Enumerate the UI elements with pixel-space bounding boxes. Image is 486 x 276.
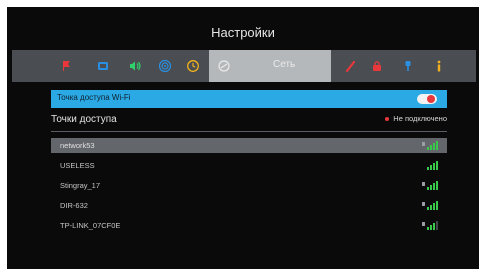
sound-icon: [130, 61, 141, 71]
connection-status: Не подключено: [385, 114, 447, 123]
network-row-useless[interactable]: USELESS: [51, 158, 447, 173]
tab-network-label: Сеть: [273, 59, 296, 70]
network-row-dir632[interactable]: DIR-632: [51, 198, 447, 213]
tv-screen: Настройки Сеть Точка доступа Wi-Fi Точки…: [7, 7, 479, 269]
network-name: Stingray_17: [60, 181, 101, 190]
wifi-hotspot-label: Точка доступа Wi-Fi: [57, 93, 131, 102]
tab-lock[interactable]: [364, 50, 390, 82]
broadcast-icon: [158, 59, 172, 73]
network-row-stingray17[interactable]: Stingray_17: [51, 178, 447, 193]
network-row-tplink[interactable]: TP-LINK_07CF0E: [51, 218, 447, 233]
wifi-signal-icon: [427, 221, 438, 230]
lock-icon: [422, 202, 425, 206]
wifi-hotspot-toggle[interactable]: [417, 94, 437, 104]
network-row-network53[interactable]: network53: [51, 138, 447, 153]
status-dot: [385, 117, 390, 122]
tab-usb[interactable]: [395, 50, 421, 82]
tab-broadcast[interactable]: [152, 50, 178, 82]
page-title: Настройки: [211, 25, 275, 40]
clock-icon: [187, 60, 199, 72]
brush-icon: [345, 60, 356, 73]
connection-status-text: Не подключено: [393, 114, 447, 123]
tab-brush[interactable]: [338, 50, 364, 82]
display-icon: [98, 62, 108, 70]
wifi-signal-icon: [427, 201, 438, 210]
tab-clock[interactable]: [180, 50, 206, 82]
network-name: TP-LINK_07CF0E: [60, 221, 121, 230]
wifi-signal-icon: [427, 141, 438, 150]
tab-sound[interactable]: [122, 50, 148, 82]
network-name: network53: [60, 141, 95, 150]
network-name: USELESS: [60, 161, 95, 170]
settings-tab-bar: Сеть: [12, 50, 476, 82]
wifi-signal-icon: [427, 181, 438, 190]
usb-icon: [405, 61, 411, 71]
lock-icon: [422, 182, 425, 186]
lock-icon: [422, 222, 425, 226]
tab-info[interactable]: [426, 50, 452, 82]
tab-network[interactable]: Сеть: [209, 50, 331, 82]
lock-icon: [373, 61, 381, 71]
flag-icon: [63, 61, 70, 71]
divider: [51, 131, 447, 132]
access-points-title: Точки доступа: [51, 114, 117, 125]
tab-flag[interactable]: [54, 50, 80, 82]
network-icon: [218, 60, 230, 72]
tab-display[interactable]: [90, 50, 116, 82]
info-icon: [437, 60, 441, 72]
toggle-knob: [427, 95, 435, 103]
lock-icon: [422, 142, 425, 146]
wifi-signal-icon: [427, 161, 438, 170]
network-name: DIR-632: [60, 201, 88, 210]
wifi-hotspot-row[interactable]: Точка доступа Wi-Fi: [51, 90, 447, 108]
